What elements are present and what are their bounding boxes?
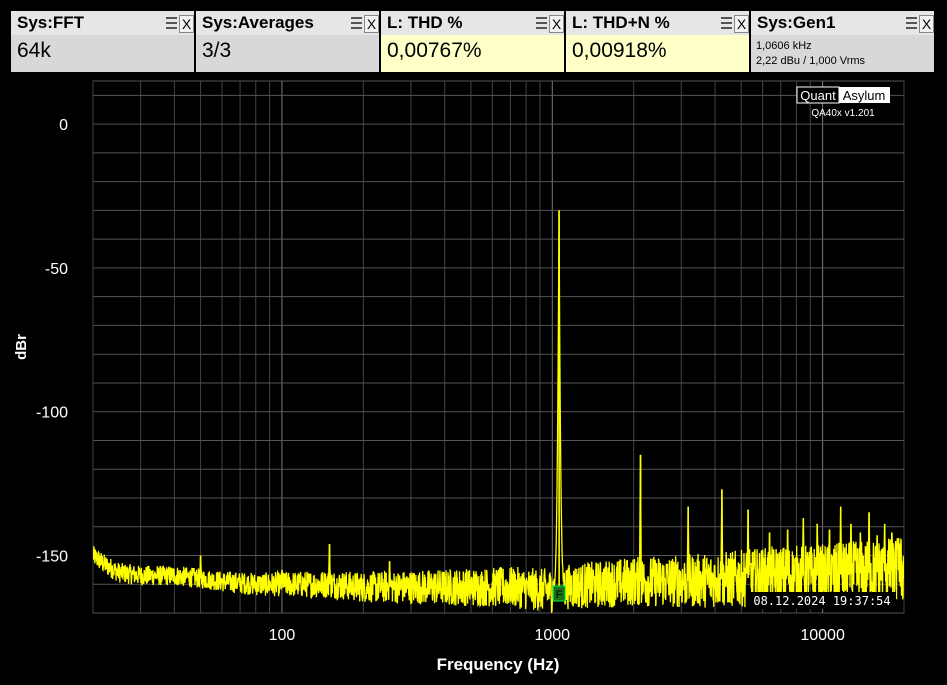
y-tick-label: -100 — [36, 405, 68, 422]
widget-thd[interactable]: L: THD % X 0,00767% — [381, 11, 564, 72]
close-icon[interactable]: X — [549, 15, 564, 33]
y-axis-ticks: 0 -50 -100 -150 — [36, 117, 68, 565]
generator-level: 2,22 dBu / 1,000 Vrms — [756, 55, 866, 67]
widget-generator[interactable]: Sys:Gen1 X 1,0606 kHz 2,22 dBu / 1,000 V… — [751, 11, 934, 72]
y-tick-label: -50 — [45, 261, 68, 278]
x-tick-label: 10000 — [800, 627, 845, 644]
plot-area[interactable] — [92, 80, 905, 614]
widget-value: 0,00767% — [387, 39, 482, 62]
x-axis-ticks: 100 1000 10000 — [269, 627, 845, 644]
spectrum-chart[interactable]: 0 -50 -100 -150 100 1000 10000 dBr Frequency … — [0, 74, 947, 685]
widget-fft[interactable]: Sys:FFT X 64k — [11, 11, 194, 72]
menu-icon[interactable] — [906, 17, 917, 29]
generator-frequency: 1,0606 kHz — [756, 40, 812, 52]
logo-text-left: Quant — [800, 88, 836, 103]
menu-icon[interactable] — [536, 17, 547, 29]
close-icon[interactable]: X — [364, 15, 379, 33]
widget-averages[interactable]: Sys:Averages X 3/3 — [196, 11, 379, 72]
x-axis-label: Frequency (Hz) — [437, 655, 560, 674]
close-icon[interactable]: X — [179, 15, 194, 33]
fundamental-marker[interactable]: F — [552, 585, 566, 602]
widget-title: L: THD % — [387, 13, 463, 32]
menu-icon[interactable] — [351, 17, 362, 29]
widget-title: L: THD+N % — [572, 13, 670, 32]
widget-title: Sys:Gen1 — [757, 13, 836, 32]
widget-bar: Sys:FFT X 64k Sys:Averages X 3/3 L: THD … — [0, 0, 947, 74]
logo-text-right: Asylum — [843, 88, 886, 103]
widget-value: 3/3 — [202, 39, 232, 62]
y-tick-label: 0 — [59, 117, 68, 134]
menu-icon[interactable] — [166, 17, 177, 29]
fundamental-marker-label: F — [556, 589, 563, 601]
y-axis-label: dBr — [13, 334, 30, 360]
widget-thdn[interactable]: L: THD+N % X 0,00918% — [566, 11, 749, 72]
widget-title: Sys:FFT — [17, 13, 85, 32]
widget-title: Sys:Averages — [202, 13, 314, 32]
widget-value: 0,00918% — [572, 39, 667, 62]
menu-icon[interactable] — [721, 17, 732, 29]
timestamp: 08.12.2024 19:37:54 — [753, 594, 890, 608]
version-label: QA40x v1.201 — [811, 108, 875, 119]
x-tick-label: 1000 — [534, 627, 570, 644]
y-tick-label: -150 — [36, 548, 68, 565]
widget-value: 64k — [17, 39, 51, 62]
close-icon[interactable]: X — [734, 15, 749, 33]
close-icon[interactable]: X — [919, 15, 934, 33]
x-tick-label: 100 — [269, 627, 296, 644]
